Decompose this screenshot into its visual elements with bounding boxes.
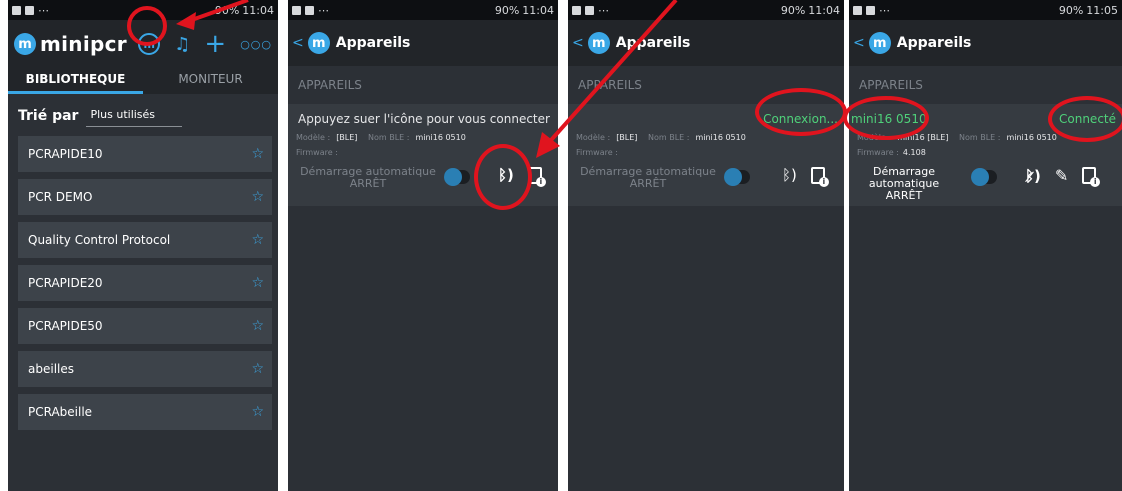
annotation-arrow (542, 0, 678, 150)
annotation-arrowhead (176, 12, 196, 30)
annotation-arrows (176, 0, 678, 158)
annotation-arrow (185, 0, 249, 24)
